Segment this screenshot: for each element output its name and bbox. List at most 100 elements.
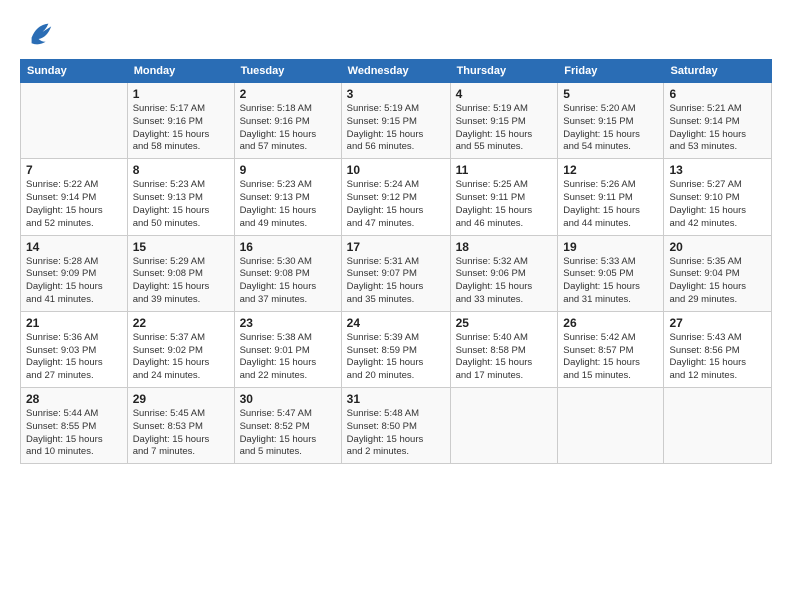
day-number: 30 bbox=[240, 392, 336, 406]
calendar-day-cell: 18 Sunrise: 5:32 AM Sunset: 9:06 PM Dayli… bbox=[450, 235, 558, 311]
weekday-header: Wednesday bbox=[341, 60, 450, 83]
day-info: Sunrise: 5:30 AM Sunset: 9:08 PM Dayligh… bbox=[240, 256, 336, 307]
calendar-day-cell: 8 Sunrise: 5:23 AM Sunset: 9:13 PM Daylig… bbox=[127, 159, 234, 235]
day-info: Sunrise: 5:35 AM Sunset: 9:04 PM Dayligh… bbox=[669, 256, 766, 307]
day-info: Sunrise: 5:38 AM Sunset: 9:01 PM Dayligh… bbox=[240, 332, 336, 383]
day-info: Sunrise: 5:37 AM Sunset: 9:02 PM Dayligh… bbox=[133, 332, 229, 383]
calendar-day-cell: 19 Sunrise: 5:33 AM Sunset: 9:05 PM Dayli… bbox=[558, 235, 664, 311]
day-number: 27 bbox=[669, 316, 766, 330]
calendar-day-cell: 4 Sunrise: 5:19 AM Sunset: 9:15 PM Daylig… bbox=[450, 83, 558, 159]
day-number: 22 bbox=[133, 316, 229, 330]
calendar-day-cell: 15Sunrise: 5:29 AM Sunset: 9:08 PM Dayli… bbox=[127, 235, 234, 311]
day-info: Sunrise: 5:36 AM Sunset: 9:03 PM Dayligh… bbox=[26, 332, 122, 383]
header bbox=[20, 18, 772, 51]
weekday-header: Sunday bbox=[21, 60, 128, 83]
calendar-day-cell: 29 Sunrise: 5:45 AM Sunset: 8:53 PM Dayli… bbox=[127, 388, 234, 464]
calendar-table: SundayMondayTuesdayWednesdayThursdayFrid… bbox=[20, 59, 772, 464]
day-info: Sunrise: 5:24 AM Sunset: 9:12 PM Dayligh… bbox=[347, 179, 445, 230]
day-info: Sunrise: 5:47 AM Sunset: 8:52 PM Dayligh… bbox=[240, 408, 336, 459]
weekday-header: Saturday bbox=[664, 60, 772, 83]
calendar-day-cell: 9 Sunrise: 5:23 AM Sunset: 9:13 PM Daylig… bbox=[234, 159, 341, 235]
calendar-day-cell bbox=[664, 388, 772, 464]
day-number: 13 bbox=[669, 163, 766, 177]
calendar-day-cell: 2 Sunrise: 5:18 AM Sunset: 9:16 PM Daylig… bbox=[234, 83, 341, 159]
day-number: 19 bbox=[563, 240, 658, 254]
day-info: Sunrise: 5:21 AM Sunset: 9:14 PM Dayligh… bbox=[669, 103, 766, 154]
calendar-day-cell: 12 Sunrise: 5:26 AM Sunset: 9:11 PM Dayli… bbox=[558, 159, 664, 235]
day-number: 12 bbox=[563, 163, 658, 177]
calendar-day-cell: 10 Sunrise: 5:24 AM Sunset: 9:12 PM Dayli… bbox=[341, 159, 450, 235]
day-number: 23 bbox=[240, 316, 336, 330]
day-number: 26 bbox=[563, 316, 658, 330]
calendar-day-cell: 30 Sunrise: 5:47 AM Sunset: 8:52 PM Dayli… bbox=[234, 388, 341, 464]
calendar-day-cell: 14 Sunrise: 5:28 AM Sunset: 9:09 PM Dayli… bbox=[21, 235, 128, 311]
day-number: 24 bbox=[347, 316, 445, 330]
calendar-week-row: 1 Sunrise: 5:17 AM Sunset: 9:16 PM Daylig… bbox=[21, 83, 772, 159]
calendar-header-row: SundayMondayTuesdayWednesdayThursdayFrid… bbox=[21, 60, 772, 83]
weekday-header: Thursday bbox=[450, 60, 558, 83]
day-info: Sunrise: 5:33 AM Sunset: 9:05 PM Dayligh… bbox=[563, 256, 658, 307]
day-info: Sunrise: 5:31 AM Sunset: 9:07 PM Dayligh… bbox=[347, 256, 445, 307]
day-number: 4 bbox=[456, 87, 553, 101]
weekday-header: Friday bbox=[558, 60, 664, 83]
weekday-header: Tuesday bbox=[234, 60, 341, 83]
day-info: Sunrise: 5:27 AM Sunset: 9:10 PM Dayligh… bbox=[669, 179, 766, 230]
logo-bird-icon bbox=[26, 18, 54, 51]
calendar-day-cell: 24Sunrise: 5:39 AM Sunset: 8:59 PM Dayli… bbox=[341, 311, 450, 387]
day-info: Sunrise: 5:42 AM Sunset: 8:57 PM Dayligh… bbox=[563, 332, 658, 383]
day-info: Sunrise: 5:26 AM Sunset: 9:11 PM Dayligh… bbox=[563, 179, 658, 230]
day-info: Sunrise: 5:23 AM Sunset: 9:13 PM Dayligh… bbox=[133, 179, 229, 230]
day-number: 1 bbox=[133, 87, 229, 101]
calendar-day-cell: 17 Sunrise: 5:31 AM Sunset: 9:07 PM Dayli… bbox=[341, 235, 450, 311]
day-info: Sunrise: 5:43 AM Sunset: 8:56 PM Dayligh… bbox=[669, 332, 766, 383]
calendar-week-row: 21 Sunrise: 5:36 AM Sunset: 9:03 PM Dayli… bbox=[21, 311, 772, 387]
day-number: 2 bbox=[240, 87, 336, 101]
day-info: Sunrise: 5:48 AM Sunset: 8:50 PM Dayligh… bbox=[347, 408, 445, 459]
day-info: Sunrise: 5:20 AM Sunset: 9:15 PM Dayligh… bbox=[563, 103, 658, 154]
day-info: Sunrise: 5:23 AM Sunset: 9:13 PM Dayligh… bbox=[240, 179, 336, 230]
calendar-day-cell bbox=[21, 83, 128, 159]
day-number: 11 bbox=[456, 163, 553, 177]
day-number: 21 bbox=[26, 316, 122, 330]
day-info: Sunrise: 5:28 AM Sunset: 9:09 PM Dayligh… bbox=[26, 256, 122, 307]
day-number: 17 bbox=[347, 240, 445, 254]
day-info: Sunrise: 5:19 AM Sunset: 9:15 PM Dayligh… bbox=[347, 103, 445, 154]
day-number: 9 bbox=[240, 163, 336, 177]
calendar-day-cell: 25 Sunrise: 5:40 AM Sunset: 8:58 PM Dayli… bbox=[450, 311, 558, 387]
day-number: 25 bbox=[456, 316, 553, 330]
day-info: Sunrise: 5:40 AM Sunset: 8:58 PM Dayligh… bbox=[456, 332, 553, 383]
calendar-week-row: 28 Sunrise: 5:44 AM Sunset: 8:55 PM Dayli… bbox=[21, 388, 772, 464]
day-info: Sunrise: 5:44 AM Sunset: 8:55 PM Dayligh… bbox=[26, 408, 122, 459]
day-number: 31 bbox=[347, 392, 445, 406]
day-number: 14 bbox=[26, 240, 122, 254]
calendar-day-cell: 27 Sunrise: 5:43 AM Sunset: 8:56 PM Dayli… bbox=[664, 311, 772, 387]
day-number: 16 bbox=[240, 240, 336, 254]
day-info: Sunrise: 5:18 AM Sunset: 9:16 PM Dayligh… bbox=[240, 103, 336, 154]
day-number: 18 bbox=[456, 240, 553, 254]
weekday-header: Monday bbox=[127, 60, 234, 83]
calendar-day-cell: 1 Sunrise: 5:17 AM Sunset: 9:16 PM Daylig… bbox=[127, 83, 234, 159]
calendar-day-cell: 3 Sunrise: 5:19 AM Sunset: 9:15 PM Daylig… bbox=[341, 83, 450, 159]
calendar-day-cell: 20 Sunrise: 5:35 AM Sunset: 9:04 PM Dayli… bbox=[664, 235, 772, 311]
day-info: Sunrise: 5:29 AM Sunset: 9:08 PM Dayligh… bbox=[133, 256, 229, 307]
day-number: 20 bbox=[669, 240, 766, 254]
day-number: 8 bbox=[133, 163, 229, 177]
day-info: Sunrise: 5:45 AM Sunset: 8:53 PM Dayligh… bbox=[133, 408, 229, 459]
day-info: Sunrise: 5:17 AM Sunset: 9:16 PM Dayligh… bbox=[133, 103, 229, 154]
day-info: Sunrise: 5:19 AM Sunset: 9:15 PM Dayligh… bbox=[456, 103, 553, 154]
calendar-day-cell: 6 Sunrise: 5:21 AM Sunset: 9:14 PM Daylig… bbox=[664, 83, 772, 159]
calendar-day-cell bbox=[450, 388, 558, 464]
day-number: 29 bbox=[133, 392, 229, 406]
calendar-week-row: 14 Sunrise: 5:28 AM Sunset: 9:09 PM Dayli… bbox=[21, 235, 772, 311]
calendar-day-cell: 13 Sunrise: 5:27 AM Sunset: 9:10 PM Dayli… bbox=[664, 159, 772, 235]
day-info: Sunrise: 5:32 AM Sunset: 9:06 PM Dayligh… bbox=[456, 256, 553, 307]
calendar-day-cell: 26 Sunrise: 5:42 AM Sunset: 8:57 PM Dayli… bbox=[558, 311, 664, 387]
day-number: 6 bbox=[669, 87, 766, 101]
day-number: 10 bbox=[347, 163, 445, 177]
day-number: 3 bbox=[347, 87, 445, 101]
calendar-day-cell: 31 Sunrise: 5:48 AM Sunset: 8:50 PM Dayli… bbox=[341, 388, 450, 464]
day-number: 28 bbox=[26, 392, 122, 406]
calendar-day-cell: 11Sunrise: 5:25 AM Sunset: 9:11 PM Dayli… bbox=[450, 159, 558, 235]
calendar-day-cell: 7Sunrise: 5:22 AM Sunset: 9:14 PM Daylig… bbox=[21, 159, 128, 235]
calendar-day-cell: 5Sunrise: 5:20 AM Sunset: 9:15 PM Daylig… bbox=[558, 83, 664, 159]
